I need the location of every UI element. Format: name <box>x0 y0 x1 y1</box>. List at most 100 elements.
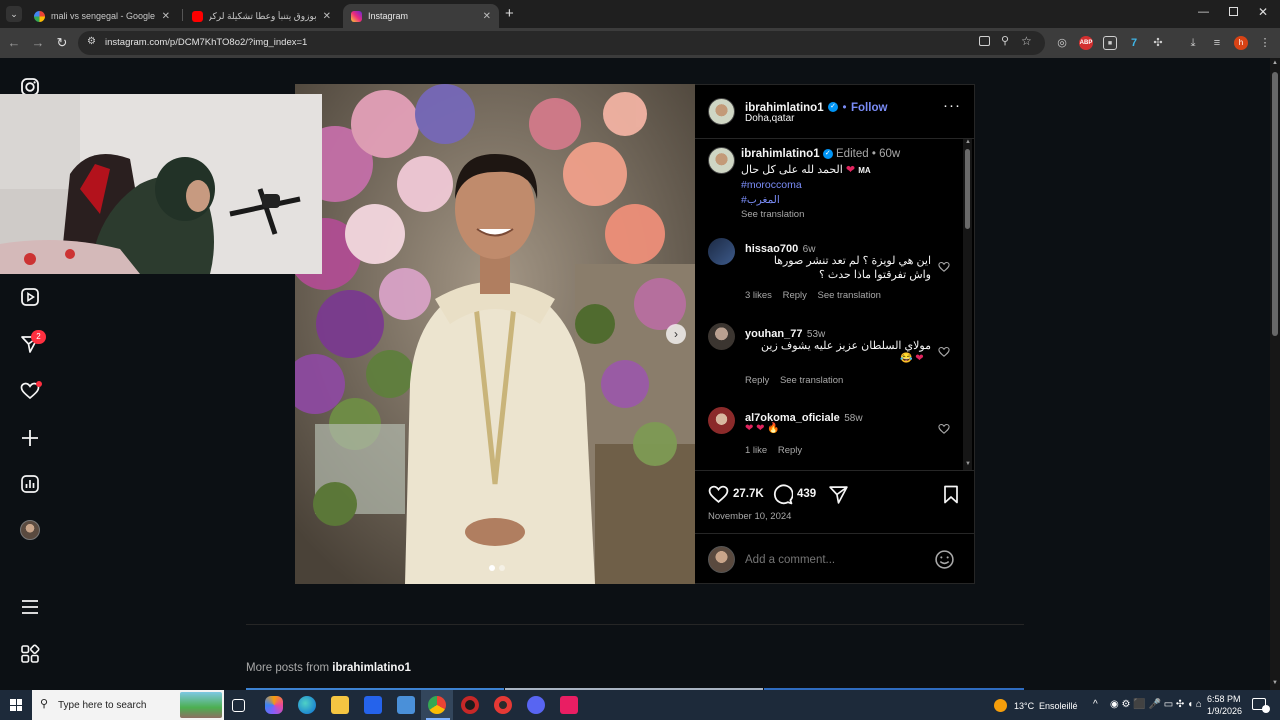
extension-box-icon[interactable]: ■ <box>1103 36 1117 50</box>
like-count[interactable]: 27.7K <box>733 488 764 500</box>
close-tab-icon[interactable]: ✕ <box>483 11 491 22</box>
restore-window-icon[interactable] <box>1229 7 1238 16</box>
task-view-icon[interactable] <box>232 699 245 712</box>
minimize-window-icon[interactable]: — <box>1198 6 1209 18</box>
chrome-icon[interactable] <box>428 696 446 714</box>
comment-bubble-icon[interactable] <box>772 484 793 505</box>
file-explorer-icon[interactable] <box>331 696 349 714</box>
caption-avatar[interactable] <box>708 147 735 174</box>
close-window-icon[interactable]: ✕ <box>1258 5 1268 19</box>
more-posts-heading: More posts from ibrahimlatino1 <box>246 662 411 674</box>
comment-avatar[interactable] <box>708 238 735 265</box>
extension-translate-icon[interactable]: 7 <box>1127 36 1141 50</box>
zoom-icon[interactable]: ⚲ <box>1001 34 1009 47</box>
address-bar[interactable]: ⚙ instagram.com/p/DCM7KhTO8o2/?img_index… <box>78 31 1045 55</box>
comment-count[interactable]: 439 <box>797 488 816 500</box>
my-avatar <box>708 546 735 573</box>
like-heart-icon[interactable] <box>708 484 729 505</box>
url-text[interactable]: instagram.com/p/DCM7KhTO8o2/?img_index=1 <box>105 37 307 48</box>
extension-glasses-icon[interactable]: ◎ <box>1055 36 1069 50</box>
comments-scroll-thumb[interactable] <box>965 149 970 229</box>
verified-badge-icon: ✓ <box>828 101 839 112</box>
verified-badge-icon: ✓ <box>822 148 833 159</box>
browser-menu-icon[interactable]: ⋮ <box>1258 36 1272 50</box>
more-menu-icon[interactable] <box>20 597 40 617</box>
windows-start-icon[interactable] <box>10 699 22 711</box>
like-comment-heart-icon[interactable] <box>938 261 950 273</box>
carousel-dot-active <box>489 565 495 571</box>
comment-avatar[interactable] <box>708 407 735 434</box>
close-tab-icon[interactable]: ✕ <box>323 11 331 22</box>
comment-actions: Reply See translation <box>745 375 844 386</box>
app-record-icon[interactable] <box>494 696 512 714</box>
tab-youtube[interactable]: بوزوق يتنبأ وعطا تشكيلة لركراكي ✕ <box>184 4 339 28</box>
close-tab-icon[interactable]: ✕ <box>162 11 170 22</box>
emoji-smiley-icon[interactable] <box>934 549 955 570</box>
notification-dot <box>36 381 42 387</box>
windows-taskbar: ⚲ Type here to search 13°C Ensoleillé ^ … <box>0 690 1280 720</box>
tray-apps-icon[interactable]: ◉ ⚙ ⬛ 🎤 ▭ ✣ ◖ ⌂ <box>1110 699 1202 710</box>
next-photo-button[interactable]: › <box>666 324 686 344</box>
weather-condition[interactable]: Ensoleillé <box>1039 701 1078 711</box>
reading-list-icon[interactable]: ≡ <box>1210 36 1224 50</box>
weather-temperature[interactable]: 13°C <box>1014 701 1034 711</box>
notification-badge: 2 <box>31 330 46 344</box>
post-date[interactable]: November 10, 2024 <box>708 511 791 522</box>
adblock-icon[interactable]: ABP <box>1079 36 1093 50</box>
cast-icon[interactable] <box>979 36 990 46</box>
add-comment-input[interactable] <box>745 551 925 569</box>
comments-scrollbar[interactable]: ▲ ▼ <box>963 139 972 470</box>
tab-instagram[interactable]: Instagram ✕ <box>343 4 499 28</box>
edge-icon[interactable] <box>298 696 316 714</box>
tab-search-button[interactable]: ⌄ <box>6 6 22 22</box>
comment-avatar[interactable] <box>708 323 735 350</box>
copilot-icon[interactable] <box>265 696 283 714</box>
extensions-puzzle-icon[interactable]: ✣ <box>1151 36 1165 50</box>
see-translation-link[interactable]: See translation <box>741 209 804 220</box>
author-avatar[interactable] <box>708 98 735 125</box>
share-send-icon[interactable] <box>828 484 849 505</box>
like-comment-heart-icon[interactable] <box>938 346 950 358</box>
download-icon[interactable]: ⤓ <box>1186 36 1200 50</box>
back-arrow-icon[interactable]: ← <box>6 35 22 51</box>
page-scroll-thumb[interactable] <box>1272 72 1278 336</box>
webcam-overlay <box>0 94 322 274</box>
follow-button[interactable]: Follow <box>851 102 887 114</box>
google-icon <box>34 10 45 22</box>
bookmark-star-icon[interactable]: ☆ <box>1021 34 1032 48</box>
hashtag-maghrib[interactable]: #المغرب <box>741 194 780 206</box>
site-info-icon[interactable]: ⚙ <box>87 36 96 47</box>
tray-overflow-icon[interactable]: ^ <box>1093 699 1098 710</box>
save-bookmark-icon[interactable] <box>941 484 961 505</box>
more-options-icon[interactable]: ··· <box>943 97 961 114</box>
app-red-circle-icon[interactable] <box>461 696 479 714</box>
dashboard-icon[interactable] <box>20 474 40 494</box>
forward-arrow-icon[interactable]: → <box>30 35 46 51</box>
create-plus-icon[interactable] <box>20 428 40 448</box>
new-tab-button[interactable]: + <box>505 5 514 22</box>
profile-avatar[interactable]: h <box>1234 36 1248 50</box>
profile-avatar[interactable] <box>20 520 40 540</box>
discord-icon[interactable] <box>527 696 545 714</box>
comment-actions: 1 like Reply <box>745 445 803 456</box>
emoji-laugh-heart: 😂 ❤ <box>900 353 924 364</box>
clock-date[interactable]: 1/9/2026 <box>1207 706 1242 716</box>
reload-icon[interactable]: ↻ <box>54 35 70 51</box>
teams-icon[interactable] <box>397 696 415 714</box>
app-pink-icon[interactable] <box>560 696 578 714</box>
page-scrollbar[interactable]: ▲ ▼ <box>1270 58 1280 690</box>
clock-time[interactable]: 6:58 PM <box>1207 694 1241 704</box>
browser-tab-strip: ⌄ mali vs sengegal - Google Search ✕ بوز… <box>0 0 1280 28</box>
taskbar-search-box[interactable]: ⚲ Type here to search <box>32 690 224 720</box>
search-highlight-image <box>180 692 222 718</box>
reels-icon[interactable] <box>20 287 40 307</box>
microsoft-store-icon[interactable] <box>364 696 382 714</box>
hashtag-moroccoma[interactable]: #moroccoma <box>741 179 802 191</box>
post-photo[interactable]: › <box>295 84 695 584</box>
like-comment-heart-icon[interactable] <box>938 423 950 435</box>
caption-text-line: الحمد لله على كل حال ❤ MA <box>741 164 871 176</box>
also-from-meta-icon[interactable] <box>20 644 40 664</box>
post-location[interactable]: Doha,qatar <box>745 113 794 124</box>
section-divider <box>246 624 1024 625</box>
tab-google-search[interactable]: mali vs sengegal - Google Search ✕ <box>26 4 178 28</box>
